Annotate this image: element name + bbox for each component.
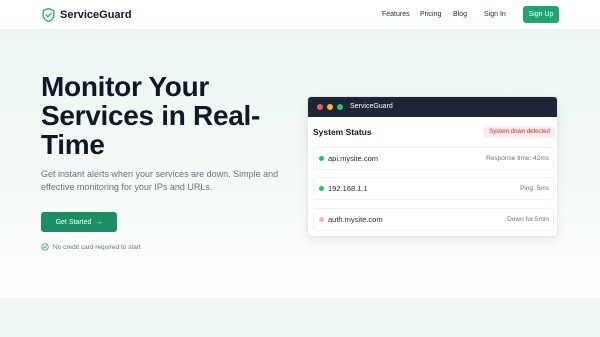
get-started-button[interactable]: Get Started →: [41, 212, 117, 232]
hero-headline: Monitor Your Services in Real-Time: [41, 71, 261, 160]
status-card: ServiceGuard System Status System down d…: [307, 96, 558, 237]
next-section-band: [0, 298, 600, 337]
service-host: auth.mysite.com: [328, 215, 383, 224]
check-circle-icon: [41, 243, 49, 251]
sign-up-button[interactable]: Sign Up: [523, 6, 559, 23]
minimize-dot-icon: [327, 104, 333, 110]
nav-link-features[interactable]: Features: [382, 11, 410, 18]
nav-link-pricing[interactable]: Pricing: [420, 11, 441, 18]
top-navbar: ServiceGuard Features Pricing Blog Sign …: [0, 0, 600, 30]
status-down-icon: [319, 217, 324, 222]
service-row[interactable]: api.mysite.com Response time: 42ms: [313, 147, 554, 170]
alert-badge: System down detected: [483, 126, 556, 138]
maximize-dot-icon: [337, 104, 343, 110]
shield-check-icon: [42, 8, 55, 22]
service-host: 192.168.1.1: [328, 184, 368, 193]
get-started-label: Get Started: [55, 218, 92, 226]
no-credit-card-note: No credit card required to start: [41, 243, 141, 251]
status-up-icon: [319, 156, 324, 161]
sign-in-link[interactable]: Sign In: [484, 11, 506, 18]
hero-subtext: Get instant alerts when your services ar…: [41, 169, 279, 192]
service-row[interactable]: auth.mysite.com Down for 5min: [313, 208, 554, 231]
status-title: System Status: [313, 127, 372, 137]
status-up-icon: [319, 186, 324, 191]
brand-name: ServiceGuard: [60, 9, 132, 21]
arrow-right-icon: →: [95, 218, 103, 226]
service-meta: Response time: 42ms: [486, 155, 549, 162]
nav-link-blog[interactable]: Blog: [453, 11, 467, 18]
window-titlebar: ServiceGuard: [308, 97, 557, 117]
service-meta: Ping: 5ms: [520, 185, 549, 192]
service-row[interactable]: 192.168.1.1 Ping: 5ms: [313, 177, 554, 200]
close-dot-icon: [317, 104, 323, 110]
note-text: No credit card required to start: [53, 243, 141, 251]
service-meta: Down for 5min: [507, 216, 549, 223]
service-host: api.mysite.com: [328, 154, 379, 163]
window-title: ServiceGuard: [350, 103, 393, 110]
brand-logo[interactable]: ServiceGuard: [42, 8, 132, 22]
